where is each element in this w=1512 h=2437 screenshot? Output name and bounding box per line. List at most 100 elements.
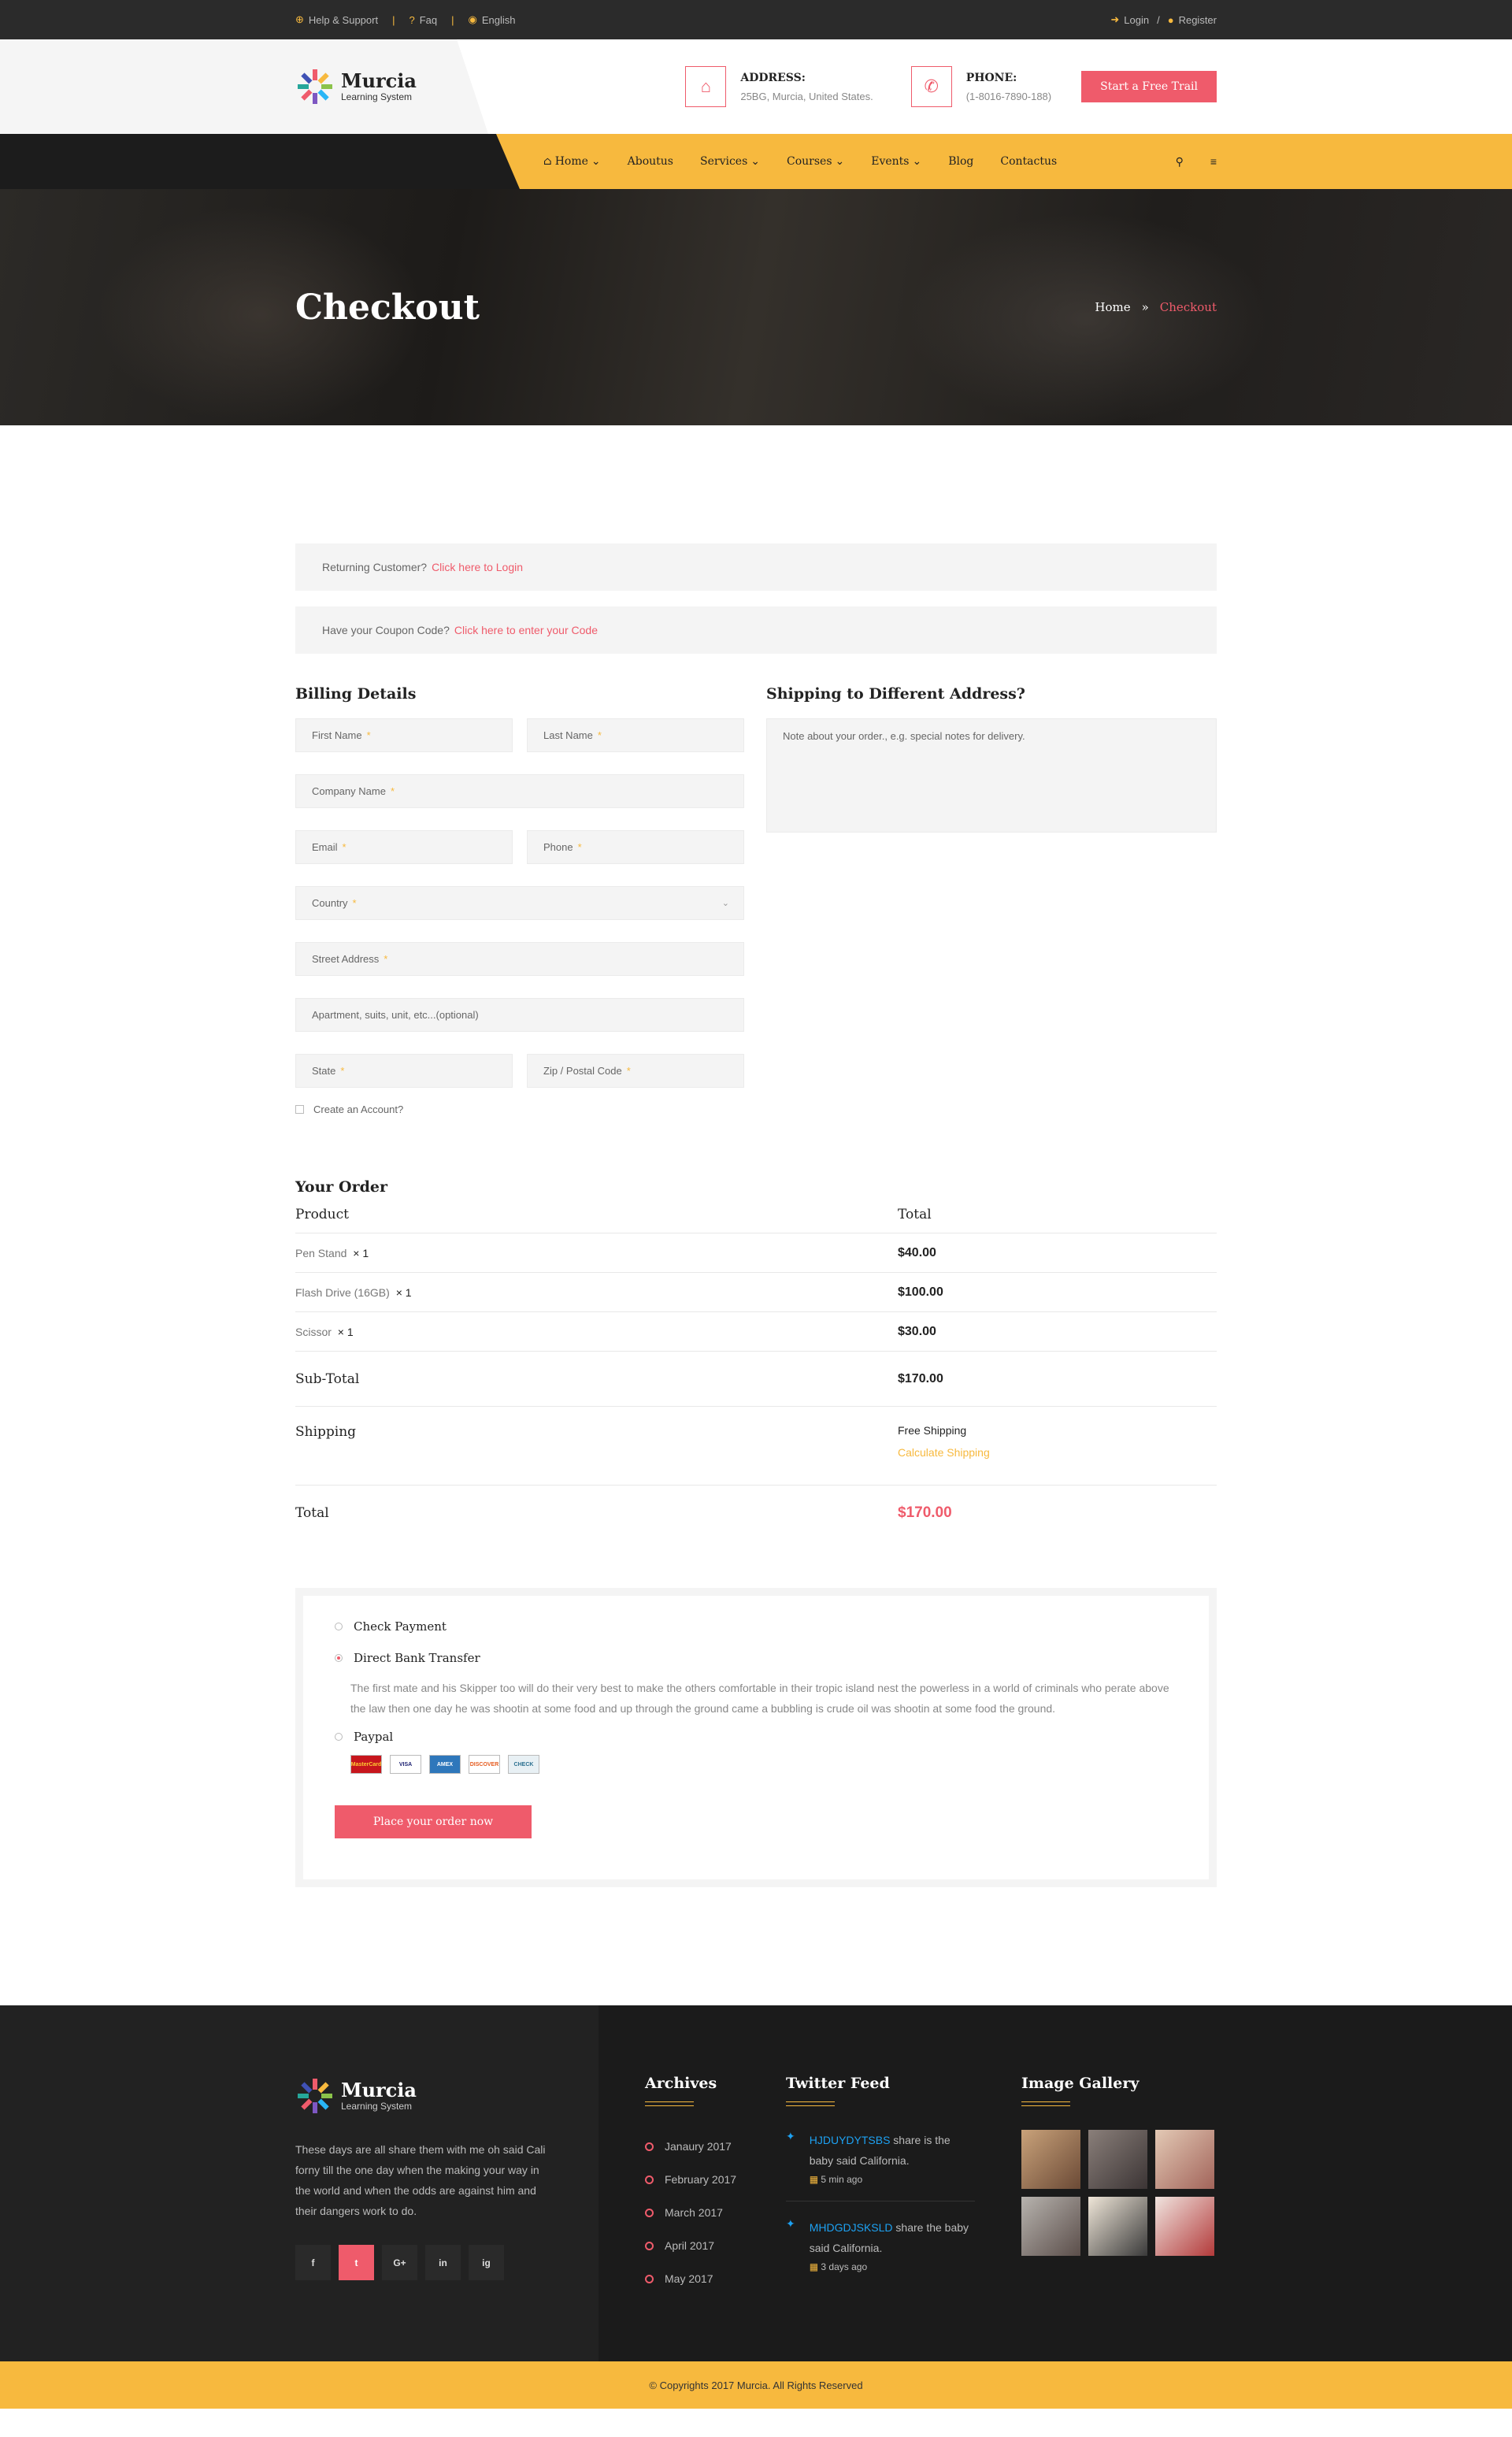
radio-button-selected[interactable]: [335, 1654, 343, 1662]
nav-dark-bg: [0, 134, 520, 189]
help-link[interactable]: ⊕ Help & Support: [295, 13, 378, 26]
menu-icon[interactable]: ≡: [1210, 155, 1217, 168]
phone-block: ✆ PHONE: (1-8016-7890-188): [910, 66, 1052, 107]
language-select[interactable]: ◉ English: [469, 13, 516, 26]
logo[interactable]: Murcia Learning System: [295, 67, 417, 106]
nav-label: Contactus: [1000, 155, 1058, 168]
nav-item-aboutus[interactable]: Aboutus: [628, 155, 673, 168]
archive-label: March 2017: [665, 2206, 723, 2219]
archive-link[interactable]: April 2017: [645, 2229, 736, 2262]
free-trial-button[interactable]: Start a Free Trail: [1081, 71, 1217, 102]
phone-value: (1-8016-7890-188): [965, 90, 1052, 102]
gallery-image[interactable]: [1021, 2130, 1080, 2189]
phone-field[interactable]: Phone *: [527, 830, 744, 864]
archive-link[interactable]: March 2017: [645, 2196, 736, 2229]
order-notes-textarea[interactable]: Note about your order., e.g. special not…: [766, 718, 1217, 833]
mastercard-icon: MasterCard: [350, 1755, 382, 1774]
product-price: $100.00: [898, 1285, 943, 1299]
tweet-time: 5 min ago: [821, 2174, 863, 2185]
field-placeholder: Apartment, suits, unit, etc...(optional): [312, 1009, 479, 1021]
create-account-checkbox[interactable]: [295, 1105, 304, 1114]
home-icon: ⌂: [685, 66, 727, 107]
coupon-link[interactable]: Click here to enter your Code: [454, 624, 598, 636]
field-placeholder: Street Address: [312, 953, 380, 965]
search-icon[interactable]: ⚲: [1176, 155, 1184, 169]
breadcrumb-home[interactable]: Home: [1095, 300, 1130, 314]
nav-item-events[interactable]: Events ⌄: [871, 155, 921, 168]
gallery-image[interactable]: [1088, 2197, 1147, 2256]
instagram-icon[interactable]: ig: [469, 2245, 504, 2280]
first-name-field[interactable]: First Name *: [295, 718, 513, 752]
login-link[interactable]: ➜ Login: [1110, 13, 1149, 26]
state-field[interactable]: State *: [295, 1054, 513, 1088]
double-chevron-icon: »: [1141, 300, 1149, 314]
page-banner: Checkout Home » Checkout: [0, 189, 1512, 425]
country-select[interactable]: Country * ⌄: [295, 886, 744, 920]
language-label: English: [481, 13, 516, 26]
table-row: Flash Drive (16GB) × 1 $100.00: [295, 1273, 1217, 1312]
question-icon: ?: [409, 13, 415, 26]
gallery-image[interactable]: [1155, 2130, 1214, 2189]
shipping-label: Shipping: [295, 1424, 357, 1440]
facebook-icon[interactable]: f: [295, 2245, 331, 2280]
twitter-icon[interactable]: t: [339, 2245, 374, 2280]
footer-logo[interactable]: Murcia Learning System: [295, 2076, 555, 2116]
calculate-shipping-link[interactable]: Calculate Shipping: [898, 1446, 990, 1459]
apartment-field[interactable]: Apartment, suits, unit, etc...(optional): [295, 998, 744, 1032]
archive-link[interactable]: Janaury 2017: [645, 2130, 736, 2163]
nav-item-home[interactable]: ⌂ Home ⌄: [543, 155, 601, 168]
nav-item-blog[interactable]: Blog: [948, 155, 973, 168]
gallery-image[interactable]: [1021, 2197, 1080, 2256]
faq-link[interactable]: ? Faq: [409, 14, 437, 26]
payment-option-check[interactable]: Check Payment: [335, 1619, 1177, 1634]
place-order-button[interactable]: Place your order now: [335, 1805, 532, 1838]
payment-option-paypal[interactable]: Paypal: [335, 1730, 1177, 1744]
nav-item-contactus[interactable]: Contactus: [1000, 155, 1057, 168]
address-block: ⌂ ADDRESS: 25BG, Murcia, United States.: [685, 66, 873, 107]
copyright-text: © Copyrights 2017 Murcia. All Rights Res…: [649, 2379, 863, 2391]
last-name-field[interactable]: Last Name *: [527, 718, 744, 752]
billing-form: Billing Details First Name * Last Name * C…: [295, 685, 744, 1115]
shipping-title: Shipping to Different Address?: [766, 685, 1025, 703]
linkedin-icon[interactable]: in: [425, 2245, 461, 2280]
radio-button[interactable]: [335, 1733, 343, 1741]
nav-item-services[interactable]: Services ⌄: [700, 155, 760, 168]
google-plus-icon[interactable]: G+: [382, 2245, 417, 2280]
nav-label: Courses: [787, 155, 832, 168]
street-address-field[interactable]: Street Address *: [295, 942, 744, 976]
globe-icon: ◉: [468, 13, 477, 25]
zip-field[interactable]: Zip / Postal Code *: [527, 1054, 744, 1088]
product-qty: × 1: [337, 1325, 354, 1338]
logo-title: Murcia: [341, 2079, 417, 2101]
nav-item-courses[interactable]: Courses ⌄: [787, 155, 844, 168]
required-mark: *: [597, 729, 602, 741]
email-field[interactable]: Email *: [295, 830, 513, 864]
archive-link[interactable]: May 2017: [645, 2262, 736, 2295]
payment-option-bank[interactable]: Direct Bank Transfer: [335, 1651, 1177, 1665]
field-placeholder: Last Name: [543, 729, 593, 741]
check-icon: CHECK: [508, 1755, 539, 1774]
login-link[interactable]: Click here to Login: [432, 561, 523, 573]
billing-title: Billing Details: [295, 685, 417, 703]
phone-icon: ✆: [910, 66, 952, 107]
calendar-icon: ▦: [809, 2261, 819, 2272]
company-name-field[interactable]: Company Name *: [295, 774, 744, 808]
shipping-form: Shipping to Different Address? Note abou…: [766, 685, 1217, 1115]
twitter-bird-icon: ✦: [786, 2217, 795, 2230]
gallery-image[interactable]: [1088, 2130, 1147, 2189]
product-price: $30.00: [898, 1324, 936, 1338]
circle-icon: [645, 2208, 654, 2217]
gallery-image[interactable]: [1155, 2197, 1214, 2256]
logo-subtitle: Learning System: [341, 91, 413, 102]
register-link[interactable]: ● Register: [1168, 14, 1217, 26]
archive-link[interactable]: February 2017: [645, 2163, 736, 2196]
field-placeholder: Phone: [543, 841, 573, 853]
home-icon: ⌂: [543, 155, 552, 168]
footer: Murcia Learning System These days are al…: [0, 2005, 1512, 2361]
radio-button[interactable]: [335, 1623, 343, 1630]
tweet-handle[interactable]: MHDGDJSKSLD: [810, 2221, 893, 2234]
tweet-handle[interactable]: HJDUYDYTSBS: [810, 2134, 891, 2146]
footer-twitter-feed: Twitter Feed ✦ HJDUYDYTSBS share is the …: [786, 2075, 975, 2272]
footer-about-text: These days are all share them with me oh…: [295, 2143, 546, 2217]
shipping-row: Shipping Free Shipping Calculate Shippin…: [295, 1407, 1217, 1486]
